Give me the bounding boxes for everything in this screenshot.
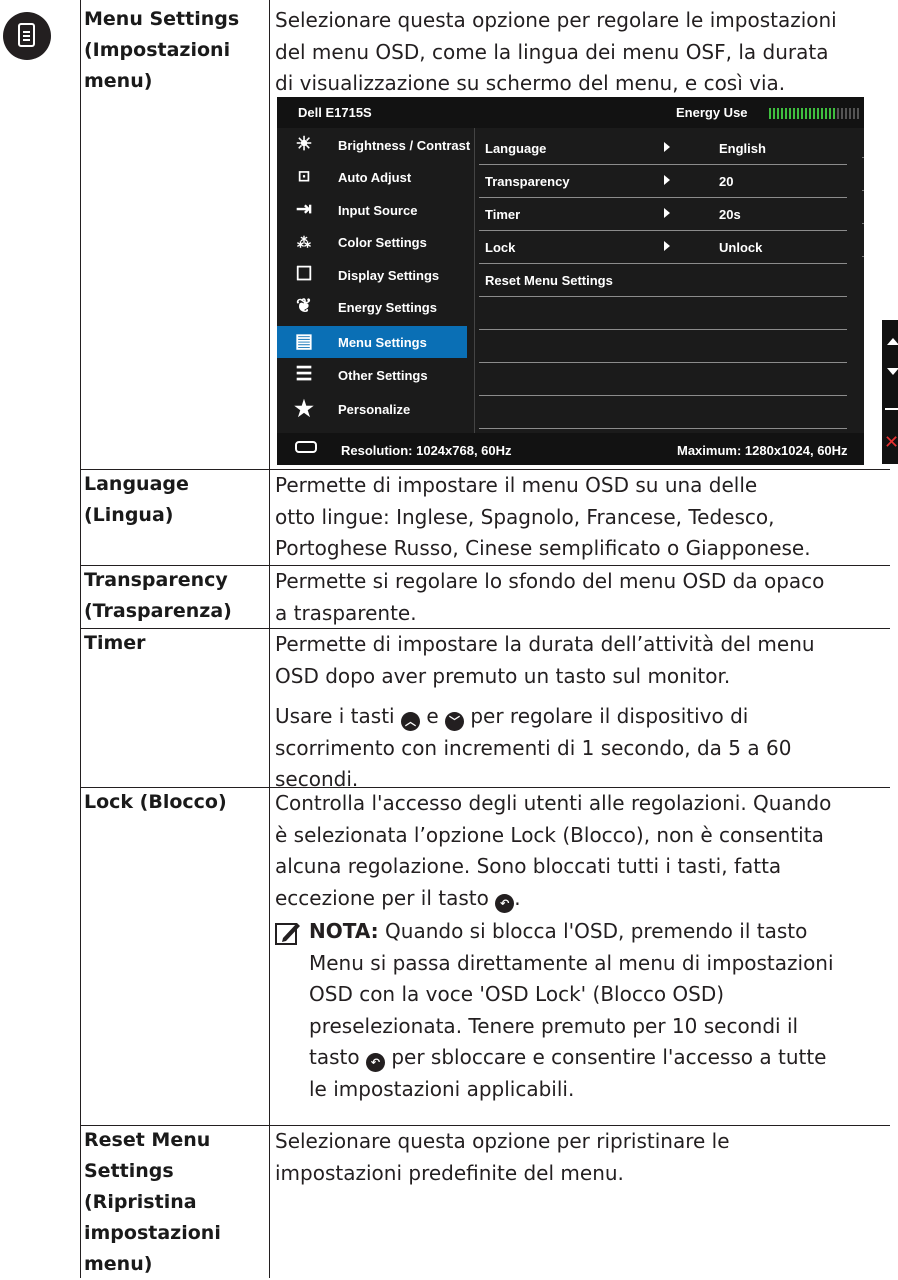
row-desc-lock: Controlla l'accesso degli utenti alle re… xyxy=(275,788,893,914)
back-button-icon: ↶ xyxy=(365,1053,385,1072)
row-label-transparency: Transparency (Trasparenza) xyxy=(84,569,232,622)
osd-item-menu-settings[interactable]: ▤ Menu Settings xyxy=(277,326,467,358)
osd-sub-reset[interactable]: Reset Menu Settings xyxy=(479,264,847,297)
osd-sub-empty xyxy=(479,396,847,429)
arrow-right-icon xyxy=(664,142,670,152)
osd-header: Dell E1715S Energy Use xyxy=(277,97,864,128)
osd-sub-transparency[interactable]: Transparency 20 xyxy=(479,165,847,198)
row-label-lock: Lock (Blocco) xyxy=(84,791,227,813)
back-button-icon: ↶ xyxy=(495,893,515,913)
brightness-icon: ☀ xyxy=(295,134,313,155)
osd-tick xyxy=(862,256,864,257)
energy-settings-icon: ❦ xyxy=(296,296,312,317)
osd-sub-empty xyxy=(479,297,847,330)
monitor-side-buttons: ✕ xyxy=(882,320,898,464)
osd-tick xyxy=(862,223,864,224)
display-settings-icon: ☐ xyxy=(295,264,313,285)
menu-settings-icon: ▤ xyxy=(295,331,313,352)
osd-tick xyxy=(862,190,864,191)
arrow-right-icon xyxy=(664,208,670,218)
osd-sub-timer[interactable]: Timer 20s xyxy=(479,198,847,231)
row-desc-reset: Selezionare questa opzione per ripristin… xyxy=(275,1129,730,1185)
osd-sub-lock[interactable]: Lock Unlock xyxy=(479,231,847,264)
row-desc-transparency: Permette si regolare lo sfondo del menu … xyxy=(275,569,825,625)
section-description: Selezionare questa opzione per regolare … xyxy=(275,8,837,95)
vga-connector-icon xyxy=(295,441,317,453)
osd-resolution: Resolution: 1024x768, 60Hz xyxy=(341,443,512,458)
row-label-language: Language (Lingua) xyxy=(84,473,189,526)
osd-sub-language[interactable]: Language English xyxy=(479,132,847,165)
row-desc-timer: Permette di impostare la durata dell’att… xyxy=(275,632,815,791)
osd-item-input-source[interactable]: ⇥ Input Source xyxy=(277,194,467,226)
osd-footer: Resolution: 1024x768, 60Hz Maximum: 1280… xyxy=(277,433,864,465)
osd-item-other-settings[interactable]: ☰ Other Settings xyxy=(277,359,467,391)
arrow-right-icon xyxy=(664,175,670,185)
row-label-reset: Reset Menu Settings (Ripristina impostaz… xyxy=(84,1129,221,1275)
osd-item-color-settings[interactable]: ⁂ Color Settings xyxy=(277,226,467,258)
table-border-left xyxy=(80,0,81,1278)
osd-separator xyxy=(474,128,475,433)
color-settings-icon: ⁂ xyxy=(297,234,311,250)
other-settings-icon: ☰ xyxy=(295,364,313,385)
row-label-timer: Timer xyxy=(84,632,146,654)
down-arrow-icon xyxy=(887,368,898,375)
table-border-middle xyxy=(269,0,270,1278)
osd-maximum-resolution: Maximum: 1280x1024, 60Hz xyxy=(677,443,848,458)
enter-icon xyxy=(885,408,898,410)
up-arrow-icon xyxy=(887,338,898,345)
close-icon: ✕ xyxy=(884,432,898,453)
star-icon: ★ xyxy=(294,396,314,421)
down-button-icon: ﹀ xyxy=(444,712,464,731)
up-button-icon: ︿ xyxy=(400,712,420,731)
row-desc-language: Permette di impostare il menu OSD su una… xyxy=(275,473,811,560)
note-block: NOTA: Quando si blocca l'OSD, premendo i… xyxy=(275,916,890,1105)
note-pen-icon xyxy=(275,923,300,945)
section-title: Menu Settings (Impostazioni menu) xyxy=(84,8,240,92)
energy-meter-inactive xyxy=(837,108,861,119)
osd-sub-empty xyxy=(479,363,847,396)
osd-tick xyxy=(862,157,864,158)
osd-item-personalize[interactable]: ★ Personalize xyxy=(277,393,467,425)
osd-sub-empty xyxy=(479,330,847,363)
osd-menu-screenshot: Dell E1715S Energy Use ☀ Brightness / Con… xyxy=(277,97,864,465)
osd-item-auto-adjust[interactable]: ⊡ Auto Adjust xyxy=(277,161,467,193)
auto-adjust-icon: ⊡ xyxy=(297,168,311,185)
osd-item-brightness[interactable]: ☀ Brightness / Contrast xyxy=(277,129,470,161)
arrow-right-icon xyxy=(664,241,670,251)
osd-item-energy-settings[interactable]: ❦ Energy Settings xyxy=(277,291,467,323)
input-source-icon: ⇥ xyxy=(296,199,312,220)
osd-item-display-settings[interactable]: ☐ Display Settings xyxy=(277,259,467,291)
energy-use-label: Energy Use xyxy=(676,105,748,120)
osd-model-name: Dell E1715S xyxy=(298,105,372,120)
menu-settings-icon xyxy=(3,12,51,60)
